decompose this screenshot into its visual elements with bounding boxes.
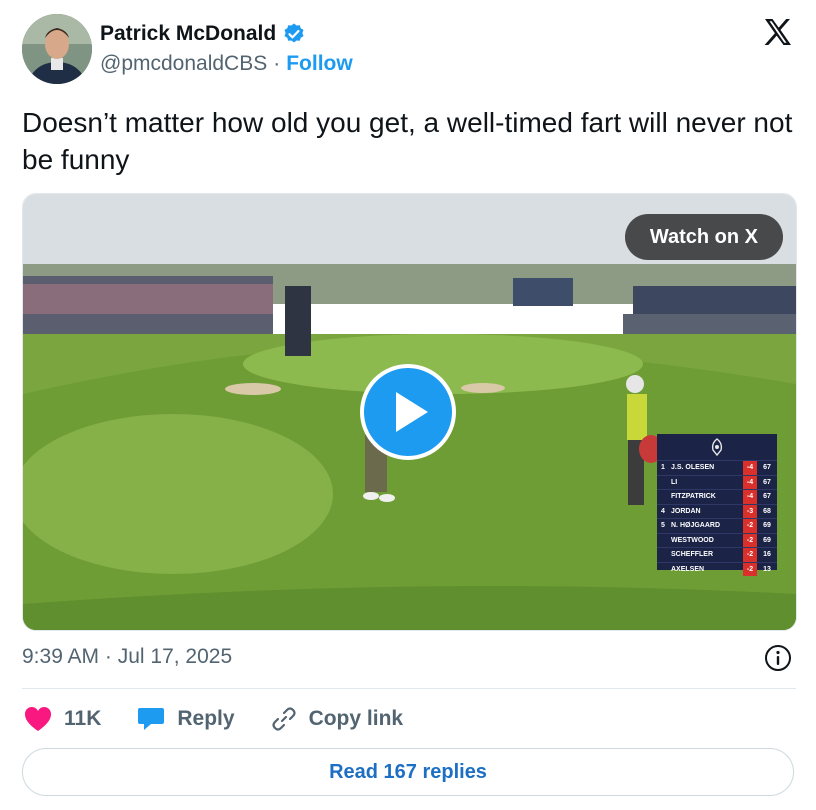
action-bar: 11K Reply Copy link (24, 702, 439, 736)
reply-button[interactable]: Reply (137, 706, 235, 732)
x-logo-icon[interactable] (762, 16, 794, 48)
championship-crest-icon (657, 434, 777, 460)
leaderboard-row: WESTWOOD -2 69 (657, 532, 777, 547)
reply-bubble-icon (138, 708, 165, 730)
tweet-text: Doesn’t matter how old you get, a well-t… (22, 107, 793, 175)
leaderboard-player: AXELSEN (671, 565, 705, 573)
play-icon (396, 392, 428, 432)
leaderboard-row: FITZPATRICK -4 67 (657, 489, 777, 504)
verified-badge-icon (282, 22, 306, 46)
author-handle[interactable]: @pmcdonaldCBS (100, 52, 267, 76)
leaderboard-player: LI (671, 478, 678, 486)
play-button[interactable] (360, 364, 456, 460)
leaderboard-score: -4 (743, 475, 757, 489)
leaderboard-score: -2 (743, 548, 757, 562)
leaderboard-position: 1 (661, 464, 665, 472)
leaderboard-player: WESTWOOD (671, 536, 714, 544)
leaderboard-player: FITZPATRICK (671, 493, 716, 501)
leaderboard-player: N. HØJGAARD (671, 522, 721, 530)
like-count: 11K (64, 707, 102, 730)
leaderboard-position: 4 (661, 507, 665, 515)
leaderboard-thru: 68 (763, 507, 771, 515)
video-media[interactable]: Watch on X 1 J.S. OLESEN -4 67 LI -4 67 FITZPAT… (22, 193, 797, 631)
leaderboard-player: SCHEFFLER (671, 551, 713, 559)
like-button[interactable]: 11K (24, 706, 101, 732)
leaderboard-row: 5 N. HØJGAARD -2 69 (657, 518, 777, 533)
follow-button[interactable]: Follow (286, 52, 353, 76)
tweet-timestamp[interactable]: 9:39 AM · Jul 17, 2025 (22, 645, 232, 669)
divider (22, 688, 796, 689)
leaderboard-score: -4 (743, 490, 757, 504)
avatar[interactable] (22, 14, 92, 84)
leaderboard-score: -2 (743, 562, 757, 576)
watch-on-x-button[interactable]: Watch on X (624, 214, 783, 260)
leaderboard-thru: 69 (763, 536, 771, 544)
leaderboard-thru: 67 (763, 478, 771, 486)
leaderboard-thru: 69 (763, 522, 771, 530)
leaderboard-thru: 16 (763, 551, 771, 559)
read-replies-button[interactable]: Read 167 replies (22, 748, 794, 796)
leaderboard-score: -3 (743, 504, 757, 518)
leaderboard-score: -2 (743, 533, 757, 547)
leaderboard-thru: 67 (763, 493, 771, 501)
leaderboard-score: -2 (743, 519, 757, 533)
author-name[interactable]: Patrick McDonald (100, 22, 276, 46)
leaderboard-row: SCHEFFLER -2 16 (657, 547, 777, 562)
leaderboard-row: AXELSEN -2 13 (657, 561, 777, 576)
copy-link-label: Copy link (308, 707, 404, 730)
link-icon (271, 707, 296, 731)
leaderboard-thru: 67 (763, 464, 771, 472)
leaderboard-row: 4 JORDAN -3 68 (657, 503, 777, 518)
leaderboard-position: 5 (661, 522, 665, 530)
leaderboard-score: -4 (743, 461, 757, 475)
info-icon[interactable] (764, 644, 792, 672)
leaderboard-row: 1 J.S. OLESEN -4 67 (657, 460, 777, 475)
heart-icon (25, 707, 51, 731)
leaderboard-overlay: 1 J.S. OLESEN -4 67 LI -4 67 FITZPATRICK -4 67 4 JO… (657, 434, 777, 576)
copy-link-button[interactable]: Copy link (271, 706, 404, 732)
separator-dot: · (273, 52, 281, 75)
leaderboard-player: JORDAN (671, 507, 701, 515)
leaderboard-thru: 13 (763, 565, 771, 573)
leaderboard-row: LI -4 67 (657, 474, 777, 489)
reply-label: Reply (177, 707, 235, 730)
leaderboard-player: J.S. OLESEN (671, 464, 715, 472)
